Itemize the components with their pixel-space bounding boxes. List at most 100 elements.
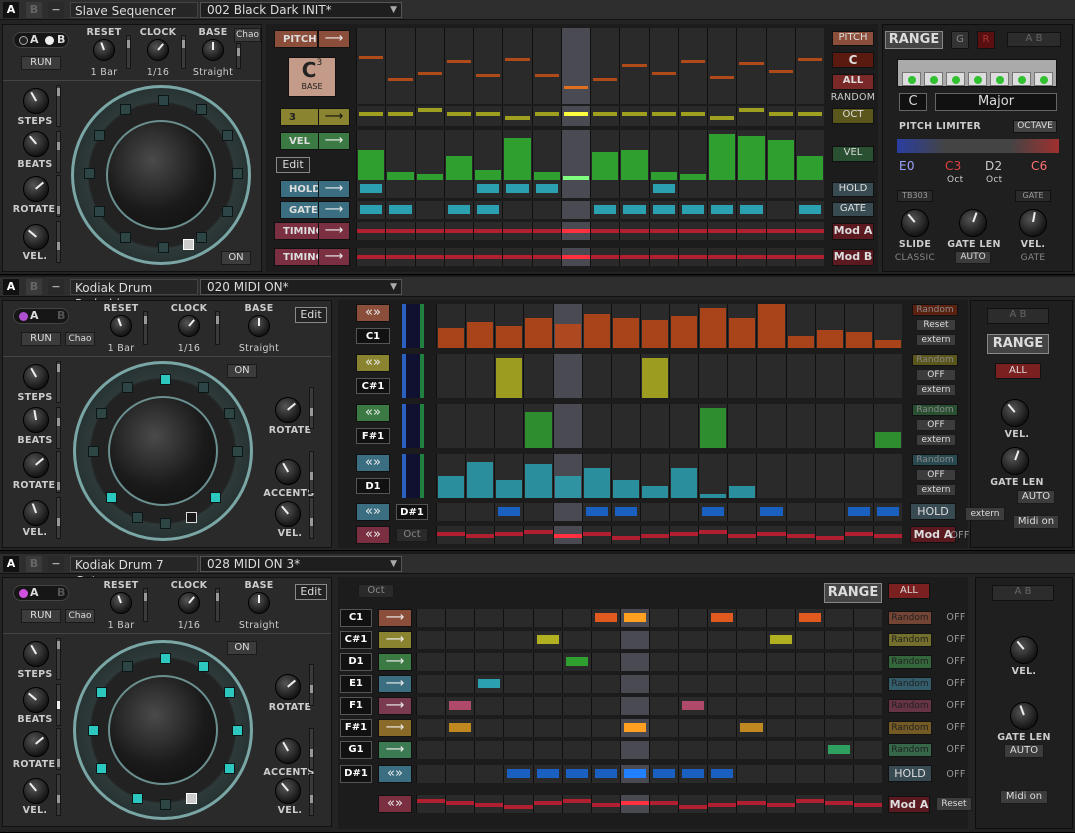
step-cell[interactable] bbox=[443, 28, 473, 104]
lane-extern-button[interactable]: extern bbox=[916, 484, 956, 496]
lane-mode-button[interactable]: OFF bbox=[916, 369, 956, 381]
lane-mode-button[interactable]: OFF bbox=[916, 469, 956, 481]
gate-len-auto-button[interactable]: AUTO bbox=[1004, 744, 1044, 758]
step-cell[interactable] bbox=[473, 180, 503, 198]
step-cell[interactable] bbox=[727, 454, 757, 498]
step-cell[interactable] bbox=[727, 354, 757, 398]
step-cell[interactable] bbox=[619, 130, 649, 180]
edit-button[interactable]: Edit bbox=[295, 584, 327, 600]
row-grid[interactable] bbox=[416, 697, 882, 715]
step-cell[interactable] bbox=[619, 631, 649, 649]
step-cell[interactable] bbox=[465, 503, 495, 521]
rotation-dial[interactable] bbox=[106, 120, 216, 230]
step-cell[interactable] bbox=[727, 526, 757, 544]
step-cell[interactable] bbox=[794, 248, 824, 266]
step-cell[interactable] bbox=[385, 222, 415, 240]
step-cell[interactable] bbox=[707, 130, 737, 180]
step-cell[interactable] bbox=[385, 130, 415, 180]
step-cell[interactable] bbox=[356, 106, 386, 126]
step-cell[interactable] bbox=[707, 741, 737, 759]
step-cell[interactable] bbox=[756, 304, 786, 348]
step-pad[interactable] bbox=[210, 492, 221, 503]
step-cell[interactable] bbox=[445, 675, 475, 693]
step-cell[interactable] bbox=[823, 675, 853, 693]
step-cell[interactable] bbox=[649, 675, 679, 693]
scale-key[interactable] bbox=[990, 72, 1009, 86]
on-button[interactable]: ON bbox=[221, 251, 251, 265]
lane-random-button[interactable]: Random bbox=[912, 454, 958, 466]
clock-knob[interactable] bbox=[147, 39, 169, 61]
step-cell[interactable] bbox=[698, 354, 728, 398]
clock-slider[interactable] bbox=[181, 35, 186, 69]
scale-key[interactable] bbox=[924, 72, 943, 86]
step-cell[interactable] bbox=[532, 675, 562, 693]
vel-knob[interactable] bbox=[23, 500, 49, 526]
step-cell[interactable] bbox=[648, 222, 678, 240]
step-cell[interactable] bbox=[823, 741, 853, 759]
step-cell[interactable] bbox=[872, 304, 902, 348]
step-cell[interactable] bbox=[443, 180, 473, 198]
step-cell[interactable] bbox=[561, 653, 591, 671]
step-cell[interactable] bbox=[727, 503, 757, 521]
oct-button[interactable]: Oct bbox=[396, 528, 428, 542]
all-button[interactable]: ALL bbox=[995, 363, 1041, 379]
step-cell[interactable] bbox=[590, 653, 620, 671]
step-cell[interactable] bbox=[502, 28, 532, 104]
step-cell[interactable] bbox=[756, 354, 786, 398]
step-cell[interactable] bbox=[698, 404, 728, 448]
step-cell[interactable] bbox=[707, 201, 737, 219]
mod-a-button[interactable]: Mod A bbox=[888, 796, 930, 813]
device-b-button[interactable]: B bbox=[26, 2, 42, 18]
step-cell[interactable] bbox=[765, 248, 795, 266]
step-cell[interactable] bbox=[669, 404, 699, 448]
step-cell[interactable] bbox=[581, 503, 611, 521]
row-random-button[interactable]: Random bbox=[888, 699, 932, 713]
range-ab-switch[interactable]: A B bbox=[987, 308, 1049, 324]
base-knob[interactable] bbox=[248, 592, 270, 614]
preset-selector[interactable]: 002 Black Dark INIT* ▼ bbox=[200, 2, 402, 18]
step-cell[interactable] bbox=[707, 697, 737, 715]
step-cell[interactable] bbox=[698, 304, 728, 348]
row-off-label[interactable]: OFF bbox=[944, 744, 968, 755]
step-cell[interactable] bbox=[619, 222, 649, 240]
step-cell[interactable] bbox=[678, 697, 708, 715]
step-cell[interactable] bbox=[531, 180, 561, 198]
step-cell[interactable] bbox=[619, 765, 649, 783]
step-cell[interactable] bbox=[581, 526, 611, 544]
lane-mode-button[interactable]: Reset bbox=[916, 319, 956, 331]
step-cell[interactable] bbox=[523, 304, 553, 348]
scale-keyboard[interactable] bbox=[897, 59, 1057, 87]
step-ring[interactable] bbox=[73, 361, 253, 541]
step-cell[interactable] bbox=[590, 741, 620, 759]
step-cell[interactable] bbox=[414, 248, 444, 266]
step-cell[interactable] bbox=[619, 719, 649, 737]
step-cell[interactable] bbox=[610, 404, 640, 448]
pitch-grid[interactable] bbox=[356, 28, 824, 104]
step-cell[interactable] bbox=[465, 404, 495, 448]
pitch-arrow-button[interactable]: ⟶ bbox=[318, 30, 350, 48]
step-cell[interactable] bbox=[639, 503, 669, 521]
steps-knob[interactable] bbox=[23, 641, 49, 667]
step-cell[interactable] bbox=[736, 130, 766, 180]
vel-knob[interactable] bbox=[1001, 399, 1029, 427]
step-cell[interactable] bbox=[356, 130, 386, 180]
row-arrow-button[interactable]: ⟶ bbox=[378, 653, 412, 671]
step-cell[interactable] bbox=[852, 653, 882, 671]
step-cell[interactable] bbox=[852, 765, 882, 783]
step-pad[interactable] bbox=[88, 725, 99, 736]
step-cell[interactable] bbox=[474, 631, 504, 649]
step-cell[interactable] bbox=[590, 248, 620, 266]
step-cell[interactable] bbox=[561, 719, 591, 737]
step-cell[interactable] bbox=[639, 354, 669, 398]
rotate-knob[interactable] bbox=[23, 176, 49, 202]
rotate2-slider[interactable] bbox=[309, 387, 314, 429]
ab-switch[interactable]: A B bbox=[13, 308, 69, 324]
vel-knob[interactable] bbox=[23, 224, 49, 250]
step-cell[interactable] bbox=[852, 697, 882, 715]
step-cell[interactable] bbox=[698, 503, 728, 521]
row-random-button[interactable]: Random bbox=[888, 611, 932, 625]
step-cell[interactable] bbox=[494, 354, 524, 398]
step-cell[interactable] bbox=[872, 526, 902, 544]
step-cell[interactable] bbox=[445, 697, 475, 715]
row-random-button[interactable]: Random bbox=[888, 655, 932, 669]
